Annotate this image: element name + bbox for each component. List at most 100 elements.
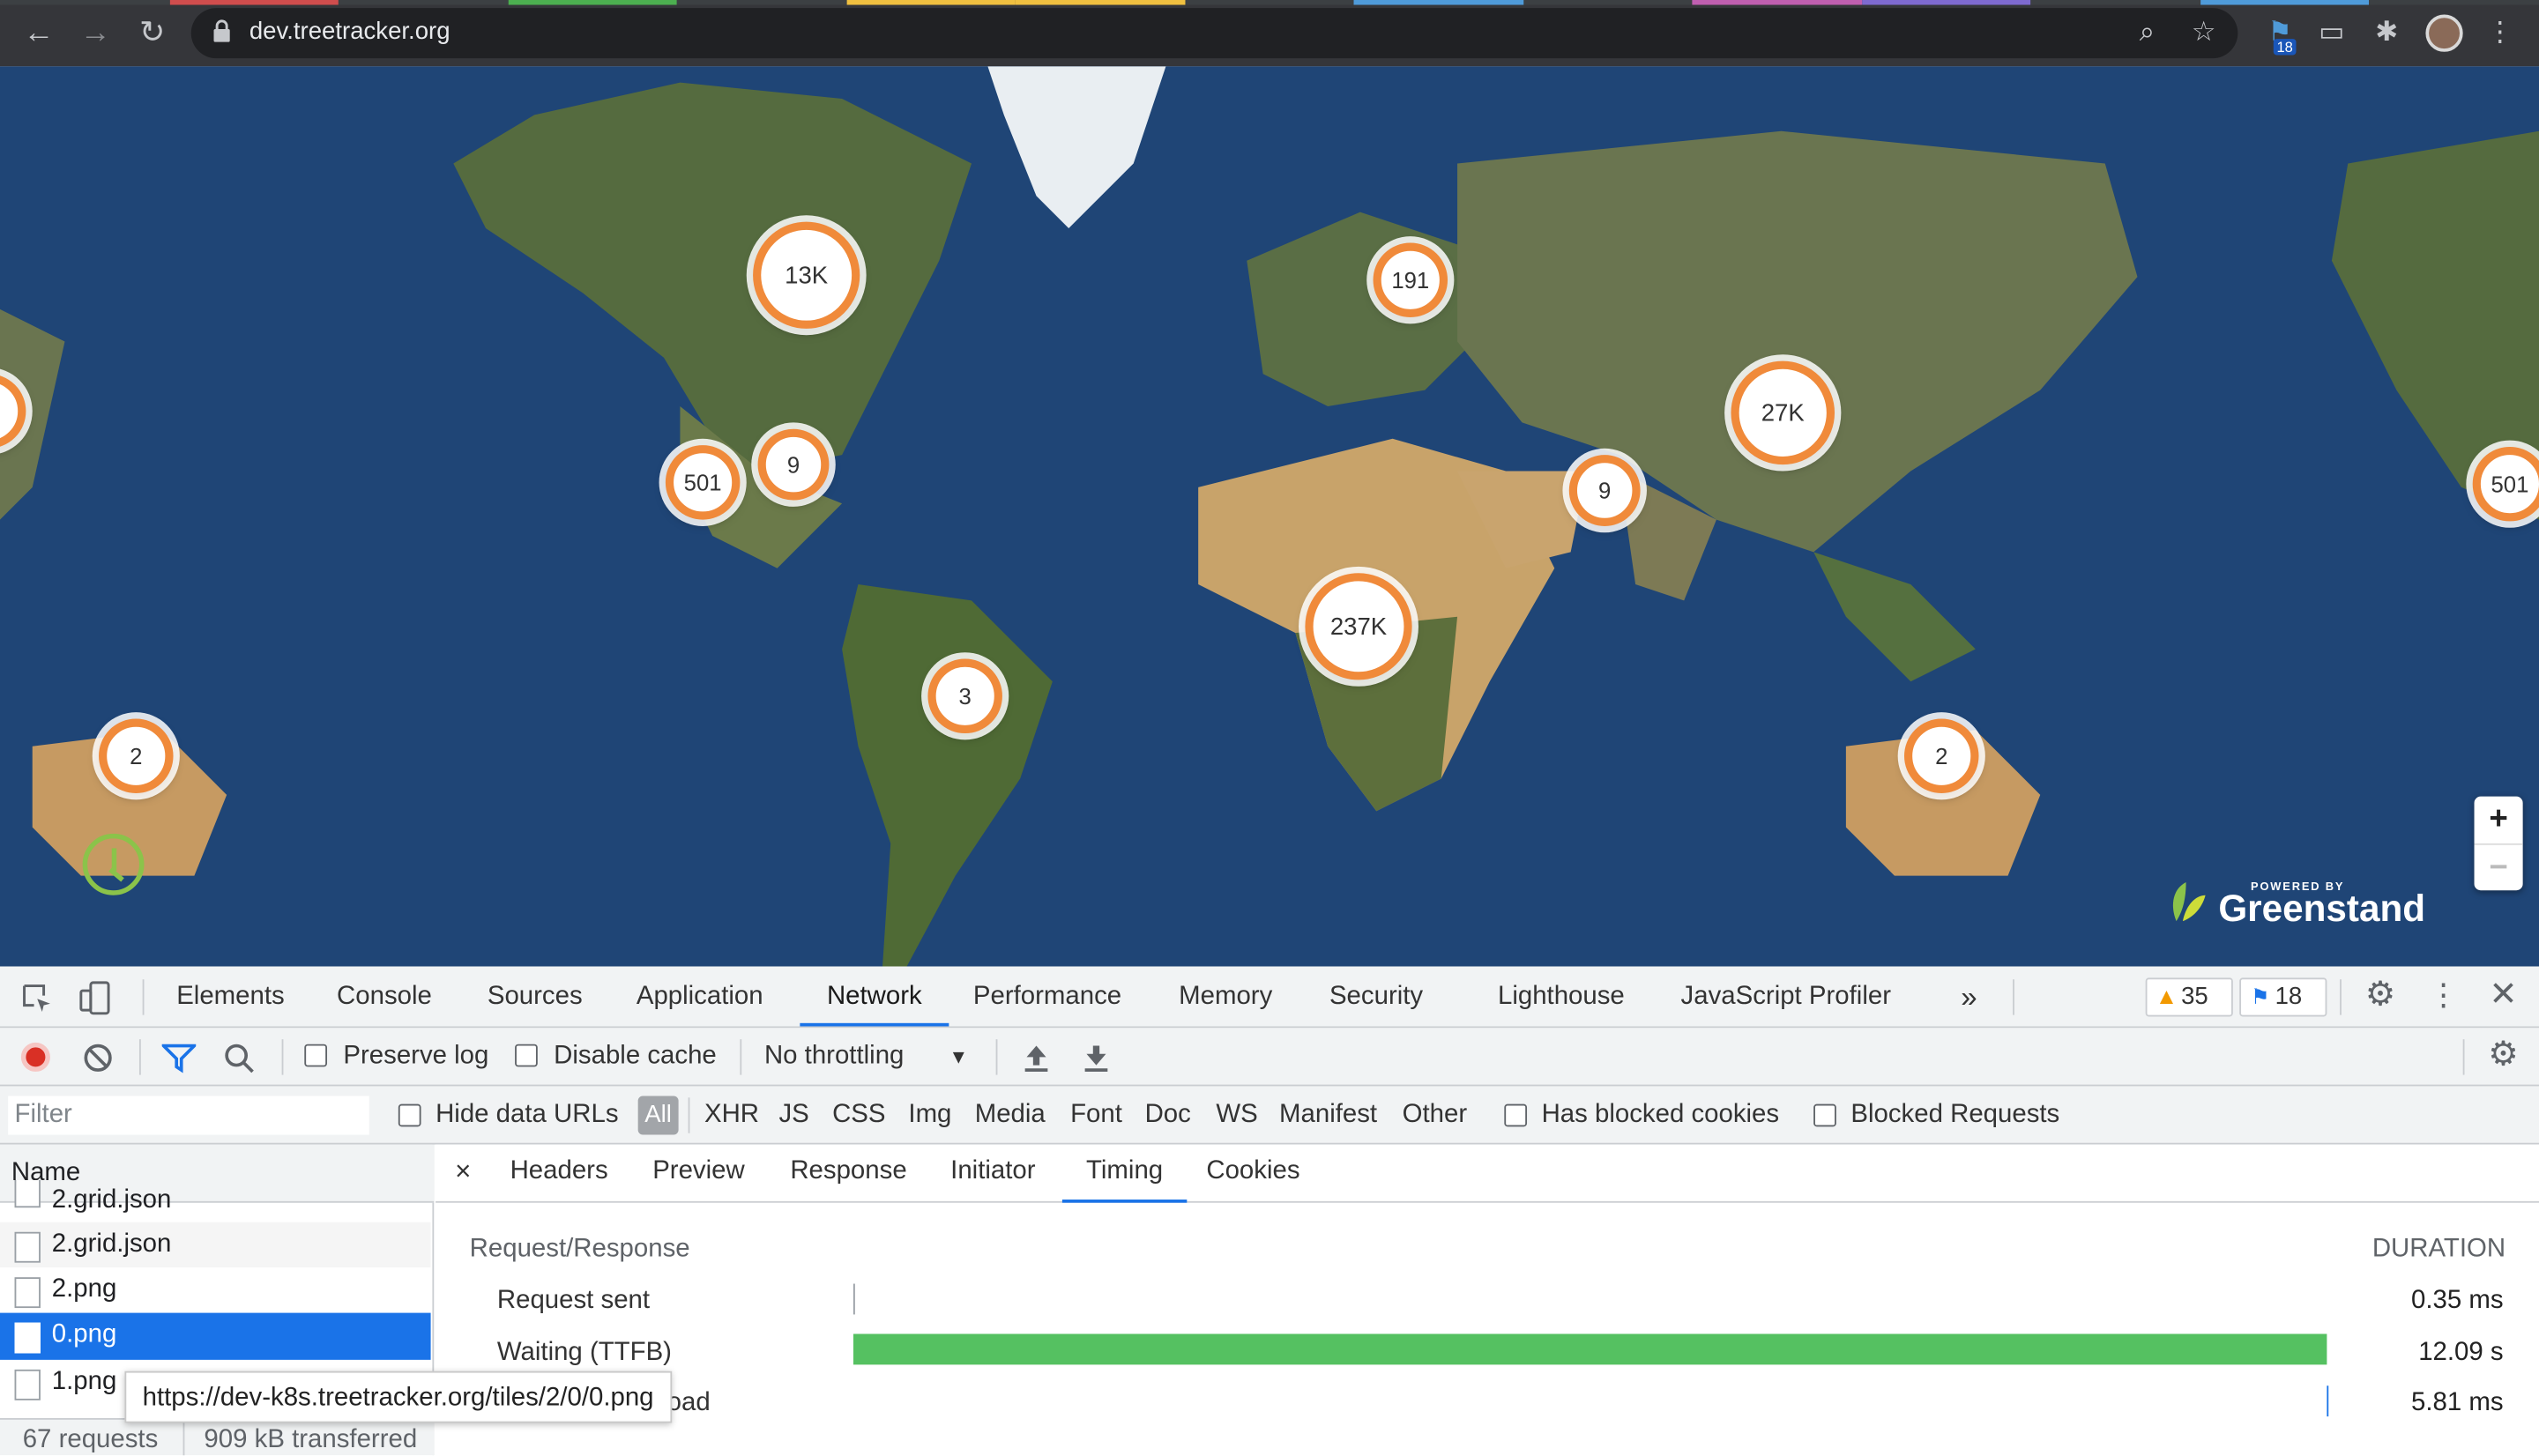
filter-type-css[interactable]: CSS <box>832 1101 885 1130</box>
map-cluster-13k[interactable]: 13K <box>753 221 860 329</box>
clock-icon[interactable] <box>82 833 145 895</box>
filter-type-font[interactable]: Font <box>1070 1101 1122 1130</box>
cast-icon[interactable]: ▭ <box>2314 15 2349 50</box>
more-tabs-button[interactable]: » <box>1961 967 1977 1027</box>
file-icon <box>14 1322 41 1354</box>
zoom-icon[interactable]: ⌕ <box>2129 15 2164 50</box>
clear-icon[interactable] <box>83 1043 114 1073</box>
warning-icon: ▲ <box>2155 982 2178 1009</box>
disable-cache-checkbox[interactable] <box>515 1044 538 1067</box>
map-imagery <box>0 66 2539 967</box>
map-cluster-237k[interactable]: 237K <box>1305 573 1412 680</box>
messages-badge[interactable]: ⚑ 18 <box>2239 977 2327 1017</box>
timing-bar-request-sent <box>853 1283 855 1315</box>
map-cluster-9[interactable]: 9 <box>1568 455 1641 526</box>
timing-label-request-sent: Request sent <box>496 1287 651 1315</box>
timing-value-request-sent: 0.35 ms <box>2411 1287 2504 1315</box>
tab-cookies[interactable]: Cookies <box>1206 1145 1299 1203</box>
timing-value-ttfb: 12.09 s <box>2418 1338 2504 1367</box>
back-icon[interactable]: ← <box>18 13 60 56</box>
filter-type-doc[interactable]: Doc <box>1145 1101 1191 1130</box>
tab-lighthouse[interactable]: Lighthouse <box>1498 967 1625 1027</box>
tab-performance[interactable]: Performance <box>973 967 1121 1027</box>
has-blocked-cookies-checkbox[interactable] <box>1504 1103 1528 1127</box>
import-har-icon[interactable] <box>1022 1043 1051 1073</box>
devtools-menu-icon[interactable]: ⋮ <box>2425 979 2461 1014</box>
list-item-selected[interactable]: 0.png <box>0 1312 431 1360</box>
tab-network[interactable]: Network <box>800 967 949 1027</box>
map-cluster-2[interactable]: 2 <box>99 718 174 794</box>
tab-sources[interactable]: Sources <box>488 967 583 1027</box>
filter-type-js[interactable]: JS <box>778 1101 808 1130</box>
record-button[interactable] <box>20 1042 50 1072</box>
tab-security[interactable]: Security <box>1329 967 1423 1027</box>
hide-data-urls-checkbox[interactable] <box>398 1103 421 1127</box>
filter-type-xhr[interactable]: XHR <box>704 1101 759 1130</box>
map-cluster-501[interactable]: 501 <box>2472 446 2539 522</box>
url-text[interactable]: dev.treetracker.org <box>249 18 450 45</box>
more-icon[interactable]: ⋮ <box>2483 15 2518 50</box>
timing-value-content-download: 5.81 ms <box>2411 1388 2504 1417</box>
filter-type-manifest[interactable]: Manifest <box>1279 1101 1377 1130</box>
close-detail-icon[interactable]: × <box>455 1145 471 1203</box>
warnings-badge[interactable]: ▲ 35 <box>2145 977 2233 1017</box>
tab-response[interactable]: Response <box>790 1145 906 1203</box>
file-icon <box>14 1231 41 1263</box>
filter-type-ws[interactable]: WS <box>1216 1101 1257 1130</box>
settings-gear-icon[interactable]: ⚙ <box>2363 977 2398 1013</box>
file-icon <box>14 1277 41 1309</box>
map-cluster-3[interactable]: 3 <box>927 658 1002 734</box>
tab-preview[interactable]: Preview <box>652 1145 745 1203</box>
throttling-select[interactable]: No throttling <box>764 1043 904 1072</box>
separator <box>142 979 145 1015</box>
filter-type-img[interactable]: Img <box>908 1101 951 1130</box>
tab-initiator[interactable]: Initiator <box>950 1145 1035 1203</box>
tab-application[interactable]: Application <box>637 967 763 1027</box>
filter-type-other[interactable]: Other <box>1403 1101 1467 1130</box>
tab-memory[interactable]: Memory <box>1179 967 1272 1027</box>
request-count: 67 requests <box>22 1426 159 1454</box>
profile-avatar[interactable] <box>2425 14 2463 52</box>
map-cluster-2[interactable]: 2 <box>1904 718 1979 794</box>
puzzle-icon[interactable]: ✱ <box>2369 15 2404 50</box>
close-devtools-icon[interactable]: ✕ <box>2485 977 2520 1013</box>
duration-header: DURATION <box>2371 1235 2506 1263</box>
list-item[interactable]: 2.grid.json <box>0 1222 431 1268</box>
device-toolbar-icon[interactable] <box>79 981 112 1016</box>
separator <box>138 1039 141 1075</box>
inspect-element-icon[interactable] <box>21 983 54 1015</box>
message-icon: ⚑ <box>2251 984 2270 1009</box>
tab-elements[interactable]: Elements <box>176 967 285 1027</box>
list-item[interactable]: 2.png <box>0 1267 431 1312</box>
forward-icon[interactable]: → <box>74 13 116 56</box>
filter-input[interactable]: Filter <box>8 1096 369 1135</box>
zoom-out-button[interactable]: − <box>2474 843 2523 890</box>
network-settings-gear-icon[interactable]: ⚙ <box>2485 1036 2520 1073</box>
separator <box>995 1039 998 1075</box>
map-cluster-501[interactable]: 501 <box>665 445 741 520</box>
hide-data-urls-label: Hide data URLs <box>436 1100 619 1129</box>
world-map[interactable]: 13K 191 27K 501 9 9 237K 3 2 2 501 POWER… <box>0 66 2539 967</box>
preserve-log-checkbox[interactable] <box>304 1044 328 1067</box>
star-icon[interactable]: ☆ <box>2186 15 2222 50</box>
search-icon[interactable] <box>223 1043 256 1075</box>
map-cluster-191[interactable]: 191 <box>1373 242 1448 318</box>
timing-section-title: Request/Response <box>469 1235 690 1263</box>
lock-icon <box>213 19 230 42</box>
map-cluster-27k[interactable]: 27K <box>1731 360 1835 465</box>
list-item[interactable]: 2.grid.json <box>0 1179 431 1213</box>
tab-javascript-profiler[interactable]: JavaScript Profiler <box>1681 967 1891 1027</box>
filter-icon[interactable] <box>161 1043 197 1073</box>
tab-console[interactable]: Console <box>337 967 432 1027</box>
tab-headers[interactable]: Headers <box>510 1145 608 1203</box>
zoom-in-button[interactable]: + <box>2475 797 2523 843</box>
map-cluster-9[interactable]: 9 <box>757 428 830 501</box>
blocked-requests-checkbox[interactable] <box>1813 1103 1836 1127</box>
filter-type-all[interactable]: All <box>637 1096 679 1135</box>
address-bar[interactable] <box>190 8 2238 59</box>
reload-icon[interactable]: ↻ <box>131 13 174 56</box>
chevron-down-icon[interactable]: ▼ <box>949 1046 968 1069</box>
filter-type-media[interactable]: Media <box>975 1101 1046 1130</box>
export-har-icon[interactable] <box>1082 1043 1111 1073</box>
tab-timing[interactable]: Timing <box>1061 1145 1188 1203</box>
